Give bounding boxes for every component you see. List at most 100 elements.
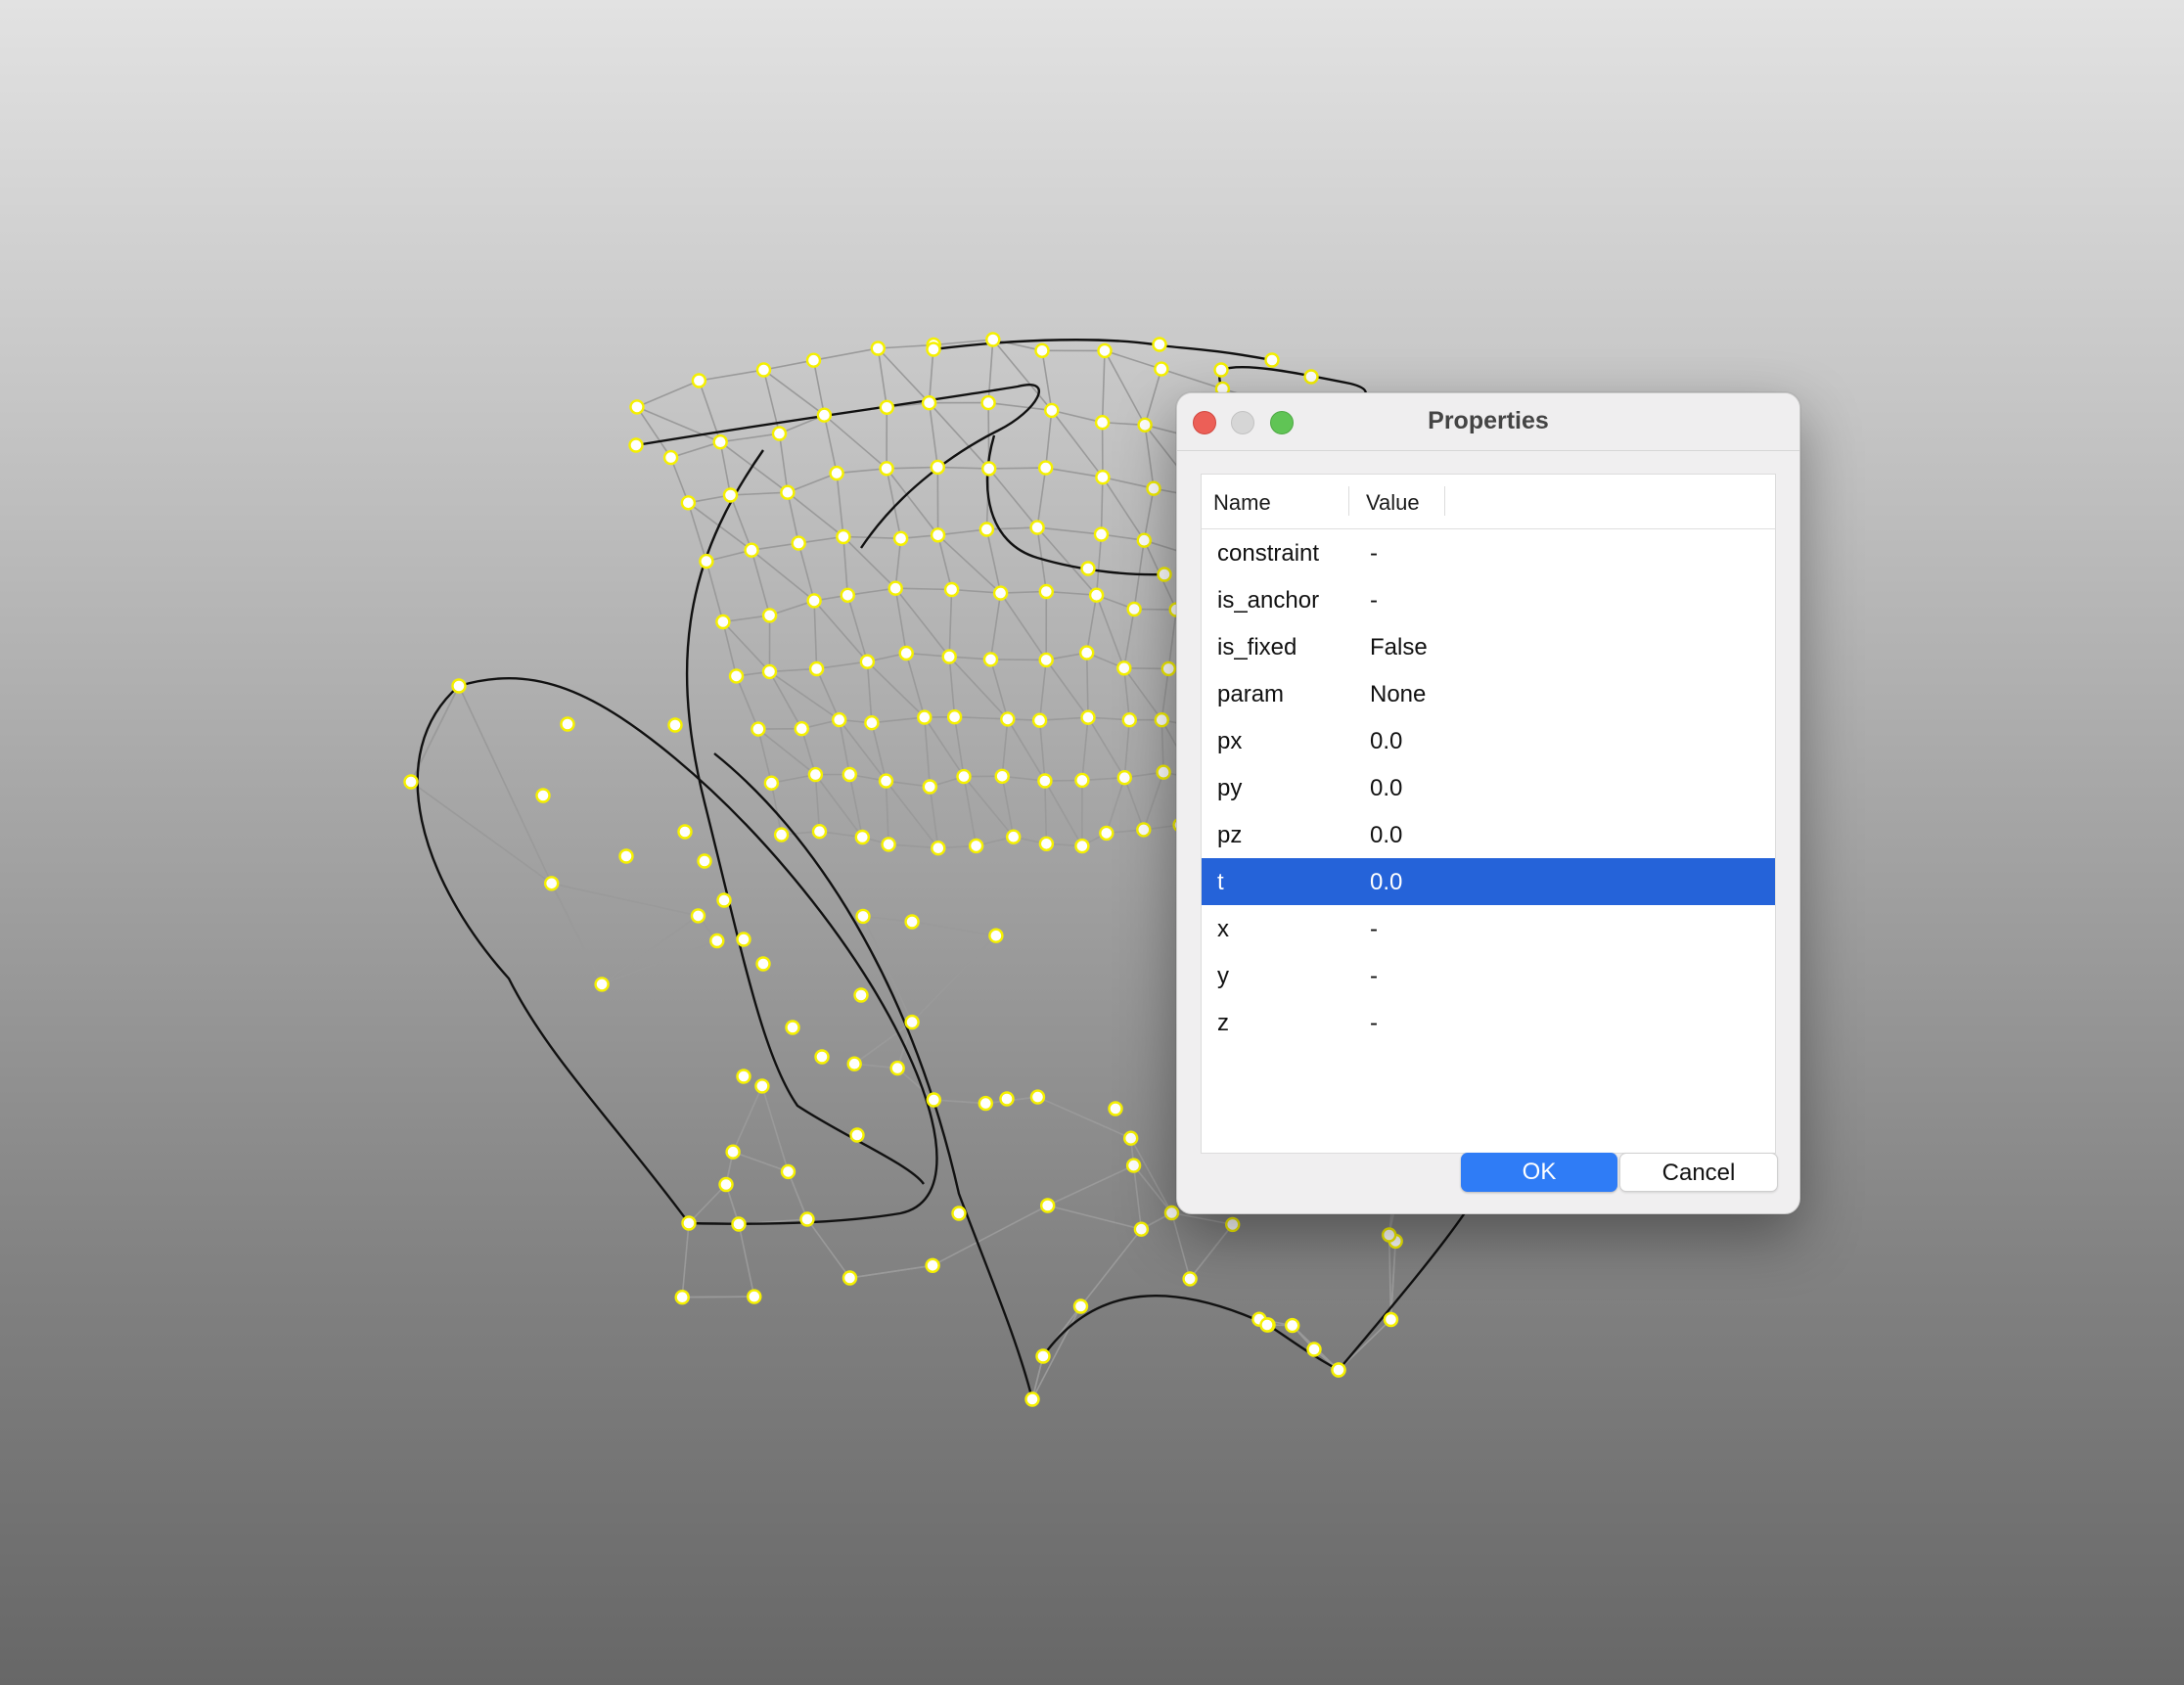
control-point[interactable]: [808, 660, 825, 677]
control-point[interactable]: [1303, 369, 1319, 385]
table-row[interactable]: z-: [1202, 999, 1775, 1046]
control-point[interactable]: [715, 614, 731, 630]
control-point[interactable]: [1156, 764, 1171, 780]
control-point[interactable]: [1029, 1089, 1046, 1105]
control-point[interactable]: [1224, 1216, 1241, 1233]
control-point[interactable]: [755, 956, 771, 972]
control-point[interactable]: [1037, 773, 1053, 789]
column-header-name[interactable]: Name: [1213, 490, 1271, 516]
control-point[interactable]: [870, 341, 886, 356]
control-point[interactable]: [1094, 415, 1111, 431]
control-point[interactable]: [1136, 532, 1153, 548]
control-point[interactable]: [680, 495, 697, 511]
control-point[interactable]: [791, 535, 806, 551]
control-point[interactable]: [846, 1056, 862, 1071]
control-point[interactable]: [1078, 645, 1095, 660]
control-point[interactable]: [859, 654, 876, 669]
control-point[interactable]: [1259, 1317, 1275, 1333]
control-point[interactable]: [988, 928, 1004, 943]
control-point[interactable]: [832, 711, 847, 728]
column-header-value[interactable]: Value: [1366, 490, 1420, 516]
control-point[interactable]: [981, 461, 997, 477]
control-point[interactable]: [1024, 1391, 1040, 1407]
table-row[interactable]: px 0.0: [1202, 717, 1775, 764]
control-point[interactable]: [1029, 520, 1045, 535]
control-point[interactable]: [697, 853, 712, 869]
control-point[interactable]: [887, 580, 903, 596]
control-point[interactable]: [716, 892, 732, 908]
column-divider[interactable]: [1348, 486, 1349, 516]
control-point[interactable]: [1038, 652, 1054, 668]
control-point[interactable]: [1088, 587, 1105, 603]
control-point[interactable]: [771, 426, 788, 441]
control-point[interactable]: [855, 908, 871, 925]
control-point[interactable]: [662, 449, 679, 466]
control-point[interactable]: [1152, 337, 1167, 352]
control-point[interactable]: [1163, 1205, 1180, 1221]
control-point[interactable]: [1213, 362, 1229, 378]
control-point[interactable]: [878, 773, 894, 789]
control-point[interactable]: [1074, 838, 1090, 854]
table-row[interactable]: constraint -: [1202, 529, 1775, 576]
control-point[interactable]: [879, 461, 894, 477]
control-point[interactable]: [921, 395, 937, 411]
control-point[interactable]: [811, 824, 828, 840]
control-point[interactable]: [1157, 567, 1172, 582]
control-point[interactable]: [926, 342, 941, 357]
control-point[interactable]: [744, 542, 759, 558]
table-row[interactable]: x-: [1202, 905, 1775, 952]
control-point[interactable]: [930, 459, 945, 476]
control-point[interactable]: [712, 434, 728, 450]
table-row[interactable]: is_anchor -: [1202, 576, 1775, 623]
control-point[interactable]: [917, 709, 933, 725]
control-point[interactable]: [904, 914, 920, 930]
control-point[interactable]: [849, 1127, 865, 1143]
control-point[interactable]: [1146, 480, 1161, 496]
control-point[interactable]: [1137, 417, 1153, 433]
control-point[interactable]: [594, 977, 610, 992]
control-point[interactable]: [1108, 1101, 1123, 1116]
mesh-scene[interactable]: [0, 0, 2184, 1685]
control-point[interactable]: [699, 553, 714, 569]
control-point[interactable]: [667, 717, 683, 733]
control-point[interactable]: [794, 721, 809, 737]
control-point[interactable]: [1182, 1271, 1198, 1287]
control-point[interactable]: [943, 581, 960, 598]
control-point[interactable]: [978, 1095, 993, 1112]
column-divider[interactable]: [1444, 486, 1445, 516]
control-point[interactable]: [535, 788, 551, 803]
control-point[interactable]: [842, 766, 857, 783]
control-point[interactable]: [1093, 526, 1110, 542]
table-row[interactable]: is_fixed False: [1202, 623, 1775, 670]
control-point[interactable]: [836, 528, 851, 545]
control-point[interactable]: [681, 1215, 697, 1231]
control-point[interactable]: [1331, 1362, 1346, 1378]
control-point[interactable]: [879, 399, 894, 415]
control-point[interactable]: [674, 1289, 690, 1305]
control-point[interactable]: [628, 437, 644, 453]
control-point[interactable]: [806, 593, 822, 609]
control-point[interactable]: [722, 487, 739, 503]
control-point[interactable]: [853, 987, 869, 1003]
control-point[interactable]: [816, 407, 833, 423]
control-point[interactable]: [709, 933, 725, 949]
control-point[interactable]: [1080, 709, 1096, 725]
control-point[interactable]: [978, 522, 995, 537]
control-point[interactable]: [690, 908, 706, 924]
control-point[interactable]: [1000, 711, 1016, 727]
control-point[interactable]: [725, 1144, 741, 1160]
control-point[interactable]: [747, 1289, 762, 1304]
control-point[interactable]: [840, 587, 855, 603]
control-point[interactable]: [946, 709, 963, 725]
control-point[interactable]: [763, 775, 780, 791]
control-point[interactable]: [736, 1069, 751, 1084]
control-point[interactable]: [1037, 460, 1054, 476]
control-point[interactable]: [1038, 836, 1055, 851]
control-point[interactable]: [773, 827, 790, 842]
control-point[interactable]: [898, 645, 914, 661]
control-point[interactable]: [1035, 1348, 1051, 1364]
control-point[interactable]: [931, 841, 946, 856]
table-row[interactable]: py 0.0: [1202, 764, 1775, 811]
control-point[interactable]: [930, 527, 946, 543]
control-point[interactable]: [1122, 1130, 1139, 1146]
